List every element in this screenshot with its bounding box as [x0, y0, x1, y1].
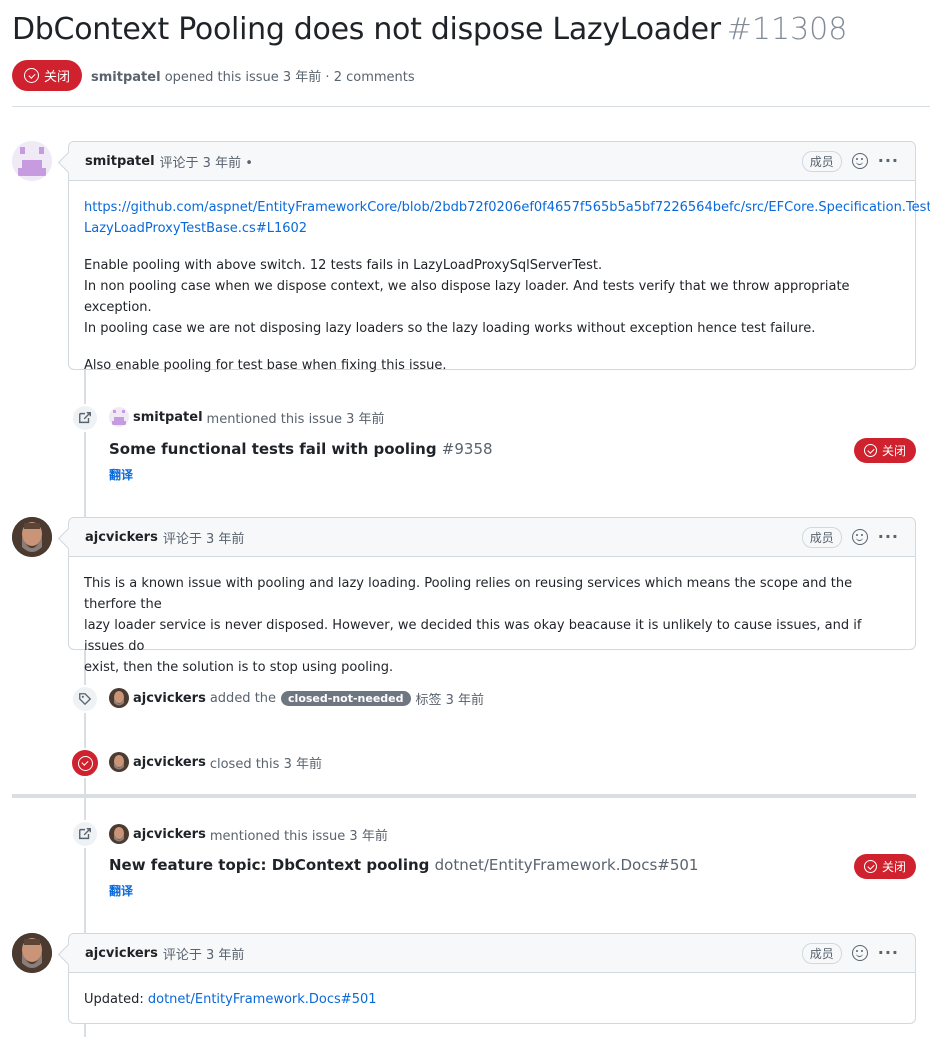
- comment-author[interactable]: ajcvickers: [85, 530, 158, 545]
- comment-card: ajcvickers 评论于 3 年前 成员 ··· Updated: dotn…: [68, 933, 916, 1024]
- referenced-state-label: 关闭: [882, 444, 907, 458]
- issue-title: DbContext Pooling does not dispose LazyL…: [12, 12, 721, 47]
- comment-body: This is a known issue with pooling and l…: [69, 557, 915, 693]
- role-badge: 成员: [801, 150, 842, 172]
- cross-reference-icon: [71, 404, 99, 432]
- tag-icon: [71, 685, 99, 713]
- referenced-issue-number: #9358: [441, 440, 493, 458]
- comment-header: ajcvickers 评论于 3 年前 成员 ···: [69, 934, 915, 973]
- referenced-issue-number: dotnet/EntityFramework.Docs#501: [434, 856, 699, 874]
- avatar[interactable]: [12, 141, 52, 181]
- event-actor[interactable]: smitpatel: [133, 410, 203, 425]
- header-divider: [12, 106, 930, 107]
- event-description: closed this 3 年前: [209, 756, 322, 772]
- issue-opened-text: smitpatel opened this issue 3 年前 · 2 com…: [91, 66, 415, 85]
- event-actor[interactable]: ajcvickers: [133, 691, 206, 706]
- issue-state-label: 关闭: [44, 70, 71, 85]
- avatar[interactable]: [12, 517, 52, 557]
- issue-state-badge: 关闭: [12, 60, 83, 91]
- actor-avatar[interactable]: [109, 752, 129, 772]
- cross-reference-icon: [71, 820, 99, 848]
- label-event: ajcvickers added the closed-not-needed 标…: [109, 688, 484, 708]
- add-reaction-icon[interactable]: [851, 153, 868, 169]
- translate-link[interactable]: 翻译: [109, 882, 133, 899]
- event-description: mentioned this issue 3 年前: [206, 411, 385, 427]
- comment-timestamp[interactable]: 评论于 3 年前: [163, 528, 245, 547]
- closed-event: ajcvickers closed this 3 年前: [109, 752, 322, 772]
- avatar[interactable]: [12, 933, 52, 973]
- comment-paragraph: Enable pooling with above switch. 12 tes…: [84, 258, 850, 336]
- more-options-icon[interactable]: ···: [878, 945, 899, 961]
- closed-separator: [12, 794, 916, 798]
- event-description: mentioned this issue 3 年前: [209, 828, 388, 844]
- comment-body: Updated: dotnet/EntityFramework.Docs#501: [69, 973, 915, 1025]
- actor-avatar[interactable]: [109, 688, 129, 708]
- actor-avatar[interactable]: [109, 407, 129, 427]
- comment-timestamp[interactable]: 评论于 3 年前: [163, 944, 245, 963]
- source-link[interactable]: https://github.com/aspnet/EntityFramewor…: [84, 200, 930, 236]
- closed-check-icon: [77, 755, 93, 771]
- closed-check-icon: [864, 860, 877, 873]
- role-badge: 成员: [801, 942, 842, 964]
- docs-link[interactable]: dotnet/EntityFramework.Docs#501: [148, 992, 377, 1007]
- comment-timestamp[interactable]: 评论于 3 年前 •: [160, 152, 253, 171]
- timeline-line: [84, 798, 86, 934]
- add-reaction-icon[interactable]: [851, 945, 868, 961]
- comment-paragraph: Also enable pooling for test base when f…: [84, 358, 447, 373]
- role-badge: 成员: [801, 526, 842, 548]
- translate-link[interactable]: 翻译: [109, 466, 133, 483]
- closed-check-icon: [864, 444, 877, 457]
- event-description: 标签 3 年前: [415, 692, 485, 708]
- comment-paragraph: This is a known issue with pooling and l…: [84, 576, 862, 675]
- add-reaction-icon[interactable]: [851, 529, 868, 545]
- event-actor[interactable]: ajcvickers: [133, 755, 206, 770]
- issue-opened-detail: opened this issue 3 年前 · 2 comments: [164, 70, 415, 85]
- comment-author[interactable]: smitpatel: [85, 154, 155, 169]
- comment-card: smitpatel 评论于 3 年前 • 成员 ··· https://gith…: [68, 141, 930, 373]
- closed-check-icon: [24, 68, 39, 83]
- comment-header: smitpatel 评论于 3 年前 • 成员 ···: [69, 142, 915, 181]
- mention-event: ajcvickers mentioned this issue 3 年前: [109, 824, 388, 844]
- comment-paragraph: Updated: dotnet/EntityFramework.Docs#501: [84, 992, 377, 1007]
- event-description: added the: [209, 690, 277, 706]
- timeline-line: [84, 1024, 86, 1037]
- issue-author-link[interactable]: smitpatel: [91, 70, 161, 85]
- actor-avatar[interactable]: [109, 824, 129, 844]
- closed-event-icon: [70, 748, 100, 778]
- referenced-issue-title[interactable]: New feature topic: DbContext pooling dot…: [109, 856, 698, 874]
- more-options-icon[interactable]: ···: [878, 153, 899, 169]
- mention-event: smitpatel mentioned this issue 3 年前: [109, 407, 385, 427]
- referenced-state-badge: 关闭: [854, 438, 917, 463]
- comment-body: https://github.com/aspnet/EntityFramewor…: [69, 181, 930, 391]
- issue-meta: 关闭 smitpatel opened this issue 3 年前 · 2 …: [12, 60, 415, 91]
- referenced-state-badge: 关闭: [854, 854, 917, 879]
- timeline-line: [84, 370, 86, 517]
- label-chip[interactable]: closed-not-needed: [281, 690, 411, 706]
- referenced-state-label: 关闭: [882, 860, 907, 874]
- comment-card: ajcvickers 评论于 3 年前 成员 ··· This is a kno…: [68, 517, 916, 675]
- more-options-icon[interactable]: ···: [878, 529, 899, 545]
- comment-author[interactable]: ajcvickers: [85, 946, 158, 961]
- referenced-issue-title[interactable]: Some functional tests fail with pooling …: [109, 440, 493, 458]
- issue-title-row: DbContext Pooling does not dispose LazyL…: [12, 12, 847, 47]
- comment-header: ajcvickers 评论于 3 年前 成员 ···: [69, 518, 915, 557]
- event-actor[interactable]: ajcvickers: [133, 827, 206, 842]
- issue-number: #11308: [726, 12, 848, 47]
